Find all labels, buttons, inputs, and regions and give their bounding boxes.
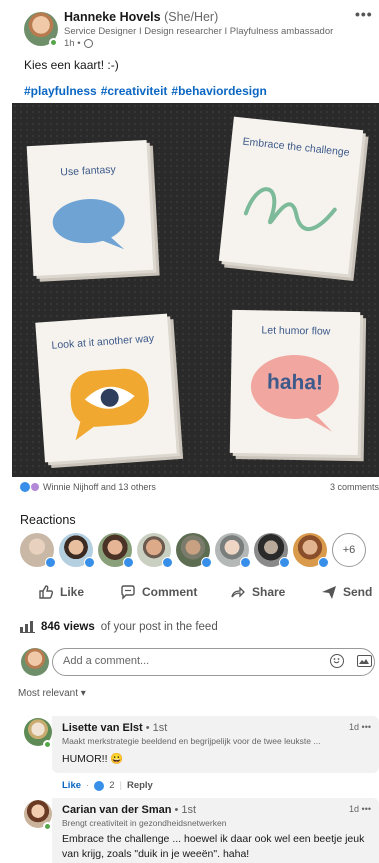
reactor-avatar[interactable] xyxy=(215,533,251,568)
author-name[interactable]: Hanneke Hovels (She/Her) xyxy=(64,10,218,24)
comment-like-count[interactable]: 2 xyxy=(109,780,114,791)
comment-icon xyxy=(121,585,135,600)
like-badge-icon xyxy=(45,557,56,568)
reactor-avatar[interactable] xyxy=(20,533,56,568)
like-badge-icon xyxy=(240,557,251,568)
comment-time-options[interactable]: 1d ••• xyxy=(349,722,371,732)
commenter-name-text[interactable]: Lisette van Elst xyxy=(62,722,143,734)
comment-body: HUMOR!! 😀 xyxy=(62,753,124,765)
commenter-headline: Maakt merkstrategie beeldend en begrijpe… xyxy=(62,736,321,746)
reactor-avatar[interactable] xyxy=(137,533,173,568)
commenter-name-text[interactable]: Carian van der Sman xyxy=(62,804,171,816)
more-reactors-button[interactable]: +6 xyxy=(332,533,366,567)
like-badge-icon xyxy=(318,557,329,568)
views-count: 846 views xyxy=(41,621,95,633)
send-label: Send xyxy=(343,585,373,599)
comment-bubble: Lisette van Elst • 1st 1d ••• Maakt merk… xyxy=(52,716,379,773)
like-button[interactable]: Like xyxy=(38,584,84,600)
reactor-avatars: +6 xyxy=(20,533,366,568)
globe-icon xyxy=(83,39,93,48)
commenter-name[interactable]: Carian van der Sman • 1st xyxy=(62,804,196,816)
more-options-button[interactable]: ••• xyxy=(355,6,373,22)
online-status-icon xyxy=(43,822,52,831)
love-reaction-icon xyxy=(30,482,40,492)
card-embrace-challenge: Embrace the challenge xyxy=(218,116,364,275)
views-suffix: of your post in the feed xyxy=(100,621,218,633)
share-button[interactable]: Share xyxy=(230,584,285,600)
comment-body-line: van krijg, zoals "duik in je weeën". hah… xyxy=(62,848,250,860)
reactor-avatar[interactable] xyxy=(59,533,95,568)
comment-body-line: Embrace the challenge ... hoewel ik daar… xyxy=(62,833,365,845)
eye-bubble-icon xyxy=(70,368,149,441)
comment-bubble: Carian van der Sman • 1st 1d ••• Brengt … xyxy=(52,798,379,863)
post-views[interactable]: 846 views of your post in the feed xyxy=(20,621,218,633)
current-user-avatar xyxy=(21,648,49,676)
comment-reply-button[interactable]: Reply xyxy=(127,780,153,791)
post-text: Kies een kaart! :-) xyxy=(24,58,119,72)
hashtag-link[interactable]: #behaviordesign xyxy=(171,84,266,98)
send-icon xyxy=(322,586,336,599)
separator: · xyxy=(86,780,90,791)
card-use-fantasy: Use fantasy xyxy=(26,139,154,277)
squiggle-icon xyxy=(243,187,337,231)
like-badge-icon xyxy=(201,557,212,568)
post-actions: Like Comment Share Send xyxy=(0,584,379,606)
online-status-icon xyxy=(49,38,58,47)
hashtags: #playfulness #creativiteit #behaviordesi… xyxy=(24,84,267,98)
reactor-avatar[interactable] xyxy=(98,533,134,568)
hashtag-link[interactable]: #playfulness xyxy=(24,84,97,98)
post-header: Hanneke Hovels (She/Her) Service Designe… xyxy=(0,0,379,52)
reactor-avatar[interactable] xyxy=(293,533,329,568)
emoji-icon[interactable] xyxy=(330,654,344,668)
like-badge-icon xyxy=(279,557,290,568)
share-arrow-icon xyxy=(231,586,245,598)
like-label: Like xyxy=(60,585,85,599)
commenter-headline: Brengt creativiteit in gezondheidsnetwer… xyxy=(62,818,227,828)
image-icon[interactable] xyxy=(357,655,372,667)
online-status-icon xyxy=(43,740,52,749)
hashtag-link[interactable]: #creativiteit xyxy=(101,84,168,98)
comment-body: Embrace the challenge ... hoewel ik daar… xyxy=(62,832,364,862)
post-meta: 1h • xyxy=(64,38,93,49)
comment-button[interactable]: Comment xyxy=(120,584,197,600)
bar-chart-icon xyxy=(20,621,35,633)
share-label: Share xyxy=(252,585,286,599)
like-badge-icon xyxy=(84,557,95,568)
author-name-text[interactable]: Hanneke Hovels xyxy=(64,10,161,24)
like-badge-icon xyxy=(162,557,173,568)
divider: | xyxy=(119,780,122,791)
card-let-humor-flow: Let humor flow haha! xyxy=(229,309,361,456)
haha-text: haha! xyxy=(266,370,324,395)
connection-degree: • 1st xyxy=(145,722,168,734)
post-time: 1h • xyxy=(64,38,81,49)
like-reaction-icon xyxy=(94,780,105,791)
card-look-another-way: Look at it another way xyxy=(35,313,177,463)
sort-dropdown[interactable]: Most relevant ▾ xyxy=(18,688,86,699)
comment-input[interactable]: Add a comment... xyxy=(52,648,375,676)
comment-label: Comment xyxy=(142,585,198,599)
reactor-avatar[interactable] xyxy=(254,533,290,568)
comments-count[interactable]: 3 comments xyxy=(330,482,379,492)
like-badge-icon xyxy=(123,557,134,568)
commenter-name[interactable]: Lisette van Elst • 1st xyxy=(62,722,167,734)
reactor-avatar[interactable] xyxy=(176,533,212,568)
post-image[interactable]: Use fantasy Embrace the challenge Look a… xyxy=(12,103,379,477)
send-button[interactable]: Send xyxy=(321,584,372,600)
comment-time-options[interactable]: 1d ••• xyxy=(349,804,371,814)
comment-actions: Like · 2 | Reply xyxy=(62,780,153,791)
author-pronouns: (She/Her) xyxy=(164,10,219,24)
like-reaction-icon xyxy=(20,482,30,492)
reactions-title: Reactions xyxy=(20,513,76,527)
thumbs-up-icon xyxy=(39,585,54,599)
comment-like-button[interactable]: Like xyxy=(62,780,81,791)
author-headline: Service Designer I Design researcher I P… xyxy=(64,26,334,37)
speech-bubble-icon xyxy=(52,199,125,250)
reactions-summary[interactable]: Winnie Nijhoff and 13 others xyxy=(20,482,156,492)
connection-degree: • 1st xyxy=(174,804,197,816)
reactions-text[interactable]: Winnie Nijhoff and 13 others xyxy=(43,482,156,492)
